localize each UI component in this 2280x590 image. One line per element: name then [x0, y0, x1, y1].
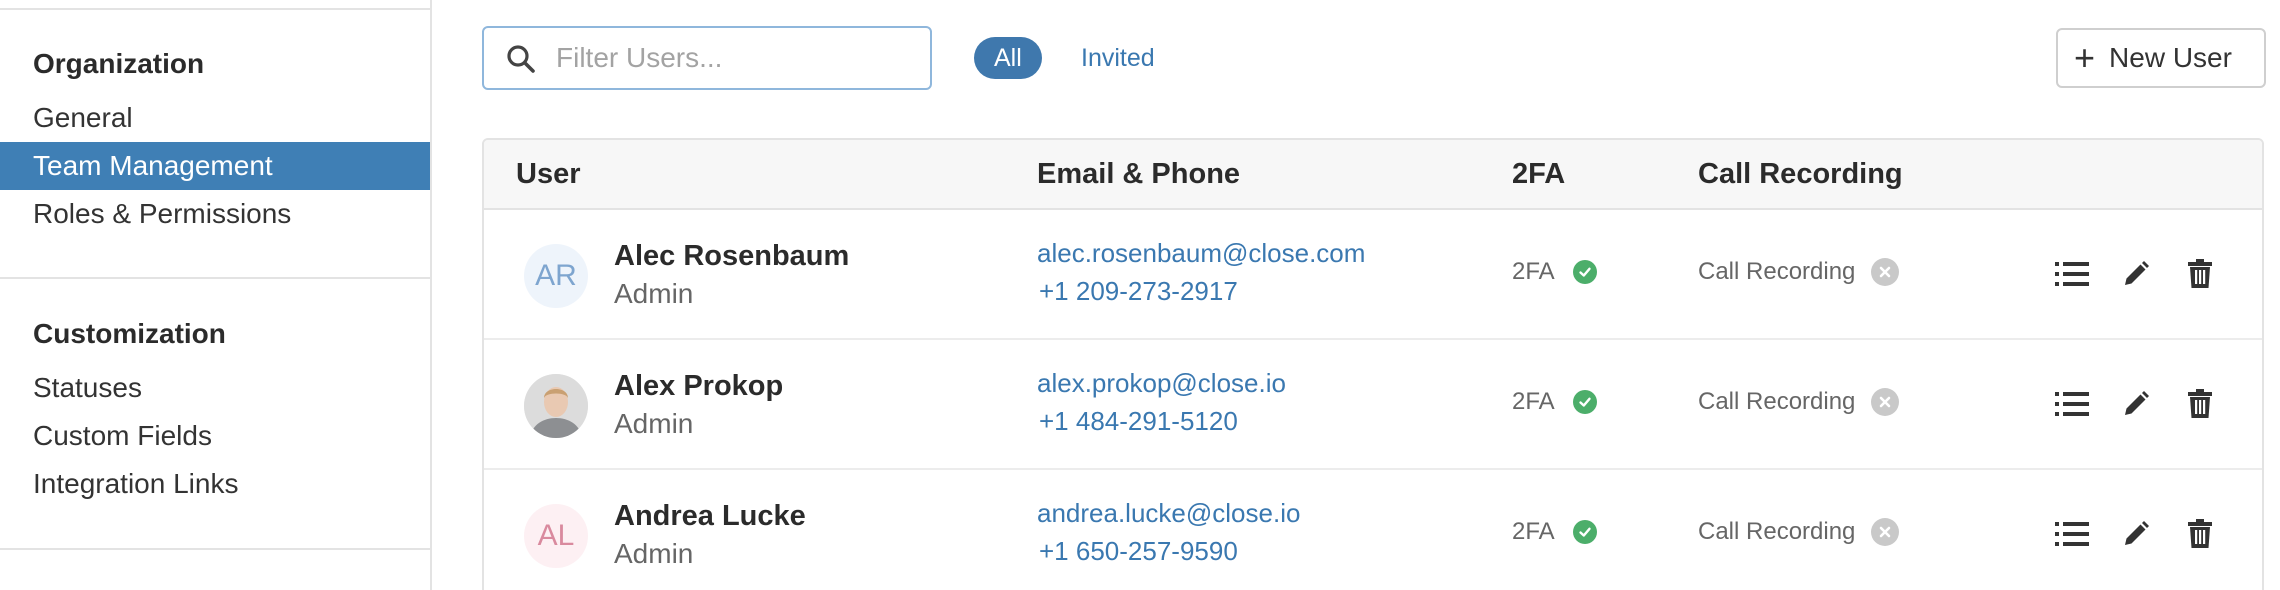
list-icon[interactable]	[2052, 254, 2092, 294]
tfa-status: 2FA	[1512, 258, 1597, 286]
call-recording-label: Call Recording	[1698, 518, 1856, 545]
user-name: Andrea Lucke	[614, 500, 806, 532]
table-row: Alex Prokop Admin alex.prokop@close.io +…	[484, 340, 2262, 470]
sidebar-item-general[interactable]: General	[0, 94, 430, 142]
list-icon[interactable]	[2052, 514, 2092, 554]
call-recording-status: Call Recording	[1698, 258, 1900, 286]
check-circle-icon	[1572, 520, 1597, 544]
pencil-icon[interactable]	[2116, 254, 2156, 294]
user-email-link[interactable]: andrea.lucke@close.io	[1037, 498, 1300, 529]
filter-users-input[interactable]	[556, 38, 916, 78]
sidebar-heading-organization: Organization	[33, 48, 205, 79]
avatar	[524, 374, 588, 438]
sidebar-divider	[0, 548, 430, 550]
call-recording-status: Call Recording	[1698, 388, 1900, 416]
trash-icon[interactable]	[2180, 384, 2220, 424]
sidebar-item-custom-fields[interactable]: Custom Fields	[0, 412, 430, 460]
sidebar-divider	[0, 277, 430, 279]
column-header-email-phone: Email & Phone	[1037, 158, 1241, 190]
sidebar-item-statuses[interactable]: Statuses	[0, 364, 430, 412]
x-circle-icon	[1871, 258, 1900, 286]
sidebar-heading-customization: Customization	[33, 318, 226, 349]
trash-icon[interactable]	[2180, 254, 2220, 294]
sidebar-item-team-management[interactable]: Team Management	[0, 142, 430, 190]
column-header-2fa: 2FA	[1512, 158, 1566, 190]
x-circle-icon	[1871, 388, 1900, 416]
user-photo	[524, 374, 588, 438]
column-header-user: User	[516, 158, 581, 190]
plus-icon: +	[2074, 37, 2096, 78]
sidebar-item-integration-links[interactable]: Integration Links	[0, 460, 430, 508]
tfa-status: 2FA	[1512, 518, 1597, 546]
table-row: AL Andrea Lucke Admin andrea.lucke@close…	[484, 470, 2262, 590]
avatar: AL	[524, 504, 588, 568]
users-table: User Email & Phone 2FA Call Recording AR…	[482, 138, 2264, 590]
user-phone-link[interactable]: +1 650-257-9590	[1039, 536, 1238, 567]
user-name: Alec Rosenbaum	[614, 240, 850, 272]
call-recording-label: Call Recording	[1698, 388, 1856, 415]
user-email-link[interactable]: alec.rosenbaum@close.com	[1037, 238, 1365, 269]
sidebar-item-roles-permissions[interactable]: Roles & Permissions	[0, 190, 430, 238]
column-header-call-recording: Call Recording	[1698, 158, 1903, 190]
filter-invited-pill[interactable]: Invited	[1061, 37, 1175, 79]
table-row: AR Alec Rosenbaum Admin alec.rosenbaum@c…	[484, 210, 2262, 340]
tfa-label: 2FA	[1512, 388, 1555, 415]
user-role: Admin	[614, 538, 694, 569]
settings-sidebar: Organization General Team Management Rol…	[0, 0, 432, 590]
sidebar-divider	[0, 8, 430, 10]
list-icon[interactable]	[2052, 384, 2092, 424]
new-user-label: New User	[2109, 42, 2232, 73]
call-recording-status: Call Recording	[1698, 518, 1900, 546]
filter-users-search[interactable]	[482, 26, 932, 90]
pencil-icon[interactable]	[2116, 514, 2156, 554]
avatar: AR	[524, 244, 588, 308]
user-phone-link[interactable]: +1 484-291-5120	[1039, 406, 1238, 437]
check-circle-icon	[1572, 260, 1597, 284]
user-role: Admin	[614, 278, 694, 309]
search-icon	[507, 45, 535, 73]
tfa-label: 2FA	[1512, 258, 1555, 285]
filter-all-pill[interactable]: All	[974, 37, 1042, 79]
new-user-button[interactable]: + New User	[2056, 28, 2266, 88]
user-phone-link[interactable]: +1 209-273-2917	[1039, 276, 1238, 307]
pencil-icon[interactable]	[2116, 384, 2156, 424]
tfa-label: 2FA	[1512, 518, 1555, 545]
tfa-status: 2FA	[1512, 388, 1597, 416]
trash-icon[interactable]	[2180, 514, 2220, 554]
user-role: Admin	[614, 408, 694, 439]
call-recording-label: Call Recording	[1698, 258, 1856, 285]
check-circle-icon	[1572, 390, 1597, 414]
user-name: Alex Prokop	[614, 370, 784, 402]
x-circle-icon	[1871, 518, 1900, 546]
table-header: User Email & Phone 2FA Call Recording	[484, 140, 2262, 210]
user-email-link[interactable]: alex.prokop@close.io	[1037, 368, 1286, 399]
